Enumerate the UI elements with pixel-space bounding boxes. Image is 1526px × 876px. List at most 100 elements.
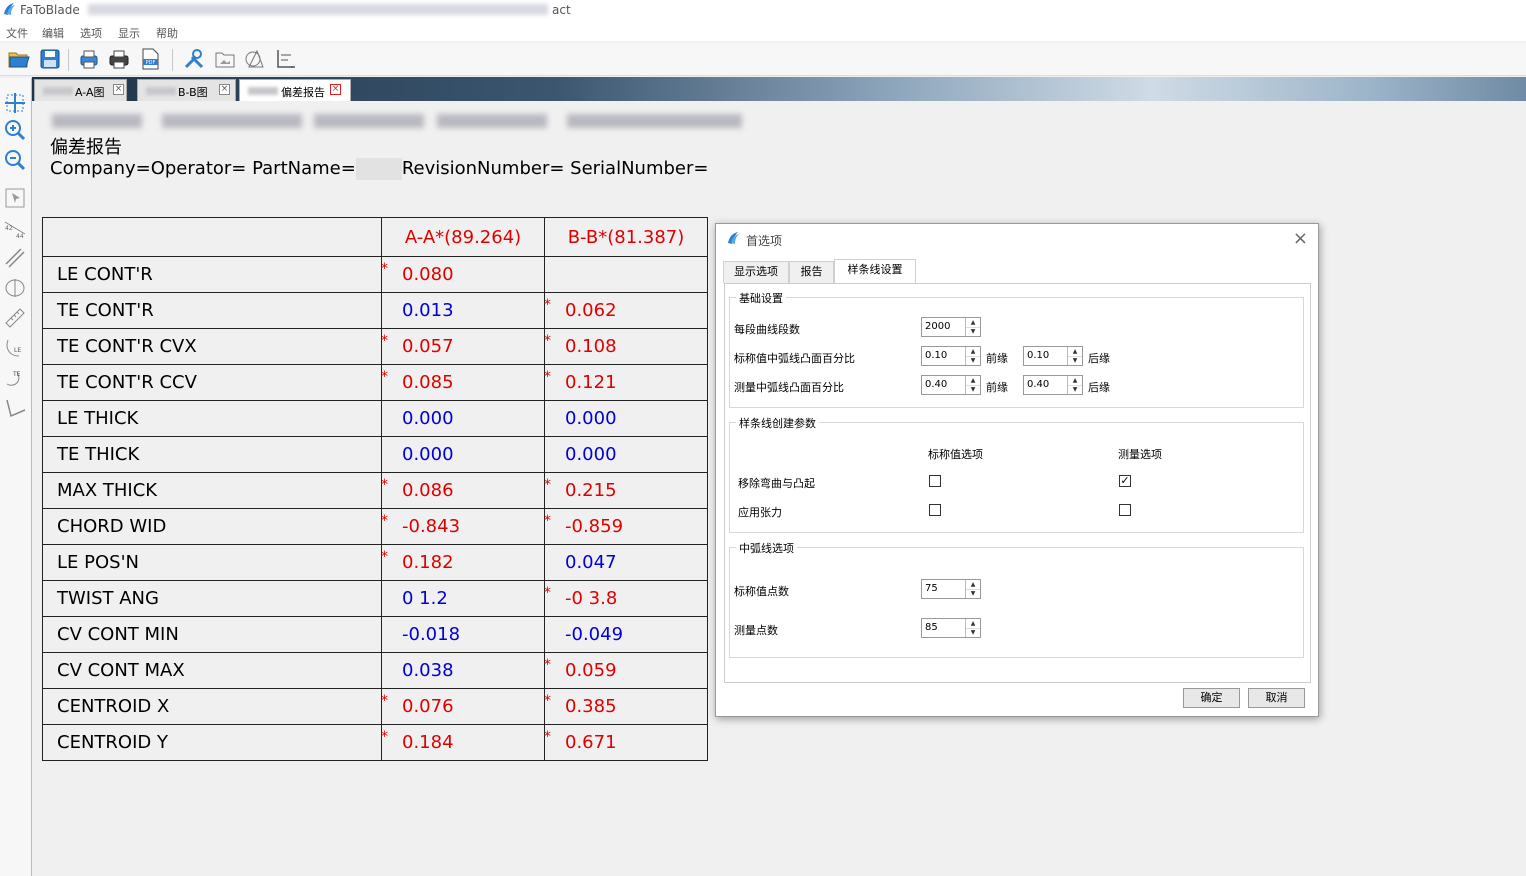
value-cell-a: * 0.086	[381, 472, 545, 509]
deviation-value: 0.671	[565, 732, 617, 753]
parallel-lines-icon[interactable]	[3, 246, 27, 270]
menu-file[interactable]: 文件	[6, 25, 28, 41]
nominal-le-spinbox[interactable]: 0.10 ▲ ▼	[921, 346, 981, 366]
deviation-value: 0.080	[402, 264, 454, 285]
app-logo-icon	[4, 3, 15, 15]
apply-tension-measured-checkbox[interactable]	[1119, 504, 1131, 516]
value-cell-b: * 0.059	[544, 652, 708, 689]
tab-close-icon[interactable]: ×	[113, 84, 124, 95]
apply-tension-label: 应用张力	[738, 506, 782, 519]
row-name: CV CONT MAX	[42, 652, 382, 689]
deviation-star: *	[381, 333, 388, 349]
select-box-icon[interactable]	[3, 186, 27, 210]
print-preview-icon[interactable]	[77, 47, 101, 71]
report-info-line: Company=Operator= PartName= RevisionNumbe…	[50, 158, 708, 180]
menu-view[interactable]: 显示	[118, 25, 140, 41]
table-row: CV CONT MAX 0.038 * 0.059	[42, 652, 708, 689]
tab-close-icon[interactable]: ×	[330, 84, 341, 95]
tab-deviation-report[interactable]: 偏差报告 ×	[239, 79, 351, 101]
nominal-points-spinbox[interactable]: 75 ▲ ▼	[921, 579, 981, 599]
deviation-value: -0 3.8	[565, 588, 618, 609]
spin-down-icon[interactable]: ▼	[965, 385, 980, 394]
document-tab-strip: A-A图 × B-B图 × 偏差报告 ×	[32, 77, 1526, 101]
svg-text:PDF: PDF	[146, 60, 156, 66]
tab-spline-settings[interactable]: 样条线设置	[834, 259, 916, 284]
tab-display-options[interactable]: 显示选项	[723, 261, 789, 283]
table-row: TE THICK 0.000 0.000	[42, 436, 708, 473]
spin-down-icon[interactable]: ▼	[965, 327, 980, 336]
tab-report[interactable]: 报告	[789, 261, 834, 283]
spinbox-value: 85	[925, 622, 938, 633]
report-title: 偏差报告	[50, 137, 122, 158]
measure-icon[interactable]	[243, 47, 267, 71]
dialog-title: 首选项	[746, 234, 783, 248]
table-row: LE POS'N * 0.182 0.047	[42, 544, 708, 581]
camber-options-group: 中弧线选项 标称值点数 75 ▲ ▼ 测量点数 85 ▲ ▼	[729, 540, 1304, 658]
deviation-star: *	[381, 513, 388, 529]
tools-icon[interactable]	[182, 47, 206, 71]
measured-le-spinbox[interactable]: 0.40 ▲ ▼	[921, 375, 981, 395]
table-row: CHORD WID * -0.843 * -0.859	[42, 508, 708, 545]
circle-section-icon[interactable]	[3, 276, 27, 300]
measured-points-spinbox[interactable]: 85 ▲ ▼	[921, 618, 981, 638]
zoom-out-icon[interactable]	[3, 148, 27, 172]
table-header-row: A-A*(89.264) B-B*(81.387)	[42, 217, 708, 257]
apply-tension-nominal-checkbox[interactable]	[929, 504, 941, 516]
row-name: CENTROID X	[42, 688, 382, 725]
remove-bumps-measured-checkbox[interactable]: ✓	[1119, 475, 1131, 487]
leading-edge-icon[interactable]: LE	[3, 336, 27, 360]
row-name: LE CONT'R	[42, 256, 382, 293]
measured-points-label: 测量点数	[734, 624, 778, 637]
print-icon[interactable]	[107, 47, 131, 71]
svg-text:TE: TE	[12, 371, 21, 378]
tab-close-icon[interactable]: ×	[219, 84, 230, 95]
group-title: 样条线创建参数	[736, 415, 819, 431]
zoom-in-icon[interactable]	[3, 118, 27, 142]
ruler-icon[interactable]	[3, 306, 27, 330]
spin-down-icon[interactable]: ▼	[1067, 385, 1082, 394]
spin-down-icon[interactable]: ▼	[1067, 356, 1082, 365]
tab-aa-view[interactable]: A-A图 ×	[34, 79, 127, 101]
section-number-icon[interactable]: 42 44	[3, 216, 27, 240]
value-cell-b: * -0 3.8	[544, 580, 708, 617]
spin-down-icon[interactable]: ▼	[965, 628, 980, 637]
title-path-redacted	[88, 4, 548, 15]
report-info-left: Company=Operator= PartName=	[50, 158, 356, 179]
deviation-star: *	[544, 333, 551, 349]
axis-settings-icon[interactable]	[274, 47, 298, 71]
save-icon[interactable]	[38, 47, 62, 71]
remove-bumps-nominal-checkbox[interactable]	[929, 475, 941, 487]
open-folder-icon[interactable]	[7, 47, 31, 71]
measured-te-spinbox[interactable]: 0.40 ▲ ▼	[1023, 375, 1083, 395]
folder-image-icon[interactable]	[213, 47, 237, 71]
table-row: TE CONT'R 0.013 * 0.062	[42, 292, 708, 329]
report-header-redacted	[52, 111, 752, 131]
table-row: LE THICK 0.000 0.000	[42, 400, 708, 437]
spin-down-icon[interactable]: ▼	[965, 356, 980, 365]
row-name: CV CONT MIN	[42, 616, 382, 653]
value-cell-b: 0.000	[544, 400, 708, 437]
deviation-value: 0.076	[402, 696, 454, 717]
menu-help[interactable]: 帮助	[156, 25, 178, 41]
toolbar-separator	[172, 49, 173, 71]
pan-crosshair-icon[interactable]	[3, 91, 27, 115]
value-cell-a: 0.013	[381, 292, 545, 329]
nominal-te-spinbox[interactable]: 0.10 ▲ ▼	[1023, 346, 1083, 366]
spin-down-icon[interactable]: ▼	[965, 589, 980, 598]
close-icon[interactable]: ×	[1293, 228, 1308, 249]
segments-spinbox[interactable]: 2000 ▲ ▼	[921, 317, 981, 337]
menu-edit[interactable]: 编辑	[42, 25, 64, 41]
trailing-edge-icon[interactable]: TE	[3, 366, 27, 390]
cancel-button[interactable]: 取消	[1248, 688, 1305, 708]
deviation-table: A-A*(89.264) B-B*(81.387) LE CONT'R * 0.08…	[42, 217, 708, 761]
menu-options[interactable]: 选项	[80, 25, 102, 41]
angle-icon[interactable]	[3, 396, 27, 420]
tab-bb-view[interactable]: B-B图 ×	[137, 79, 236, 101]
ok-button[interactable]: 确定	[1183, 688, 1240, 708]
export-pdf-icon[interactable]: PDF	[138, 47, 162, 71]
value-cell-b: 0.047	[544, 544, 708, 581]
title-bar: FaToBlade act	[0, 0, 1526, 21]
main-toolbar: PDF	[0, 43, 1526, 76]
deviation-value: 0.000	[565, 444, 617, 465]
deviation-value: 0.215	[565, 480, 617, 501]
